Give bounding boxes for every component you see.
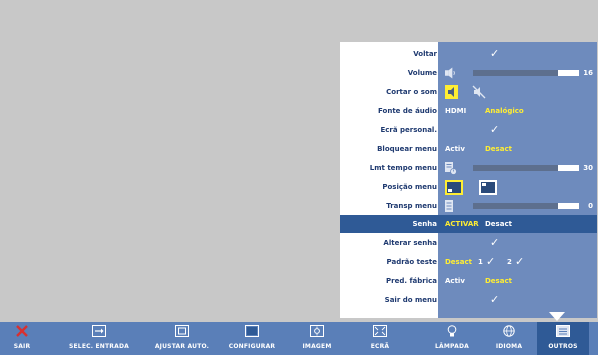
menu-row-voltar[interactable]: Voltar ✓ xyxy=(340,45,597,63)
menu-row-label: Voltar xyxy=(413,50,437,58)
menu-row-label: Volume xyxy=(407,69,437,77)
menu-row-label: Senha xyxy=(412,220,437,228)
tab-idioma[interactable]: IDIOMA xyxy=(488,322,530,355)
menu-row-menu-lock[interactable]: Bloquear menu Activ Desact xyxy=(340,140,597,158)
option-activ[interactable]: Activ xyxy=(445,140,465,158)
volume-slider[interactable] xyxy=(473,70,579,76)
tab-ecra[interactable]: ECRÃ xyxy=(360,322,400,355)
volume-value: 16 xyxy=(583,69,593,77)
tab-label: OUTROS xyxy=(548,343,578,350)
menu-row-mute[interactable]: Cortar o som xyxy=(340,83,597,101)
selected-tab-pointer-icon xyxy=(549,312,565,321)
check-icon: ✓ xyxy=(490,47,500,60)
menu-timeout-value: 30 xyxy=(583,164,593,172)
menu-row-label: Alterar senha xyxy=(383,239,437,247)
option-activar[interactable]: ACTIVAR xyxy=(445,215,479,233)
check-icon: ✓ xyxy=(515,255,525,268)
tab-label: LÂMPADA xyxy=(435,343,469,350)
menu-row-label: Sair do menu xyxy=(384,296,437,304)
others-icon xyxy=(556,325,570,337)
image-icon xyxy=(310,325,324,337)
option-desact[interactable]: Desact xyxy=(485,215,512,233)
volume-slider-fill xyxy=(473,70,558,76)
tab-sair[interactable]: SAIR xyxy=(0,322,44,355)
menu-row-factory-reset[interactable]: Pred. fábrica Activ Desact xyxy=(340,272,597,290)
option-desact[interactable]: Desact xyxy=(445,253,472,271)
menu-row-label: Fonte de áudio xyxy=(378,107,437,115)
option-activ[interactable]: Activ xyxy=(445,272,465,290)
tab-label: SELEC. ENTRADA xyxy=(68,343,129,350)
tab-selec-entrada[interactable]: SELEC. ENTRADA xyxy=(62,322,136,355)
auto-adjust-icon xyxy=(175,325,189,337)
tab-label: CONFIGURAR xyxy=(228,343,276,350)
speaker-icon xyxy=(445,67,455,79)
transparency-slider-fill xyxy=(473,203,558,209)
menu-row-test-pattern[interactable]: Padrão teste Desact 1 ✓ 2 ✓ xyxy=(340,253,597,271)
tab-ajustar-auto[interactable]: AJUSTAR AUTO. xyxy=(143,322,221,355)
close-icon xyxy=(16,325,28,337)
menu-timeout-slider[interactable] xyxy=(473,165,579,171)
speaker-on-icon[interactable] xyxy=(445,85,458,99)
menu-row-label: Transp menu xyxy=(386,202,437,210)
menu-row-label: Ecrã personal. xyxy=(380,126,438,134)
tab-label: IDIOMA xyxy=(495,343,523,350)
check-icon: ✓ xyxy=(490,293,500,306)
transparency-slider[interactable] xyxy=(473,203,579,209)
menu-row-exit-menu[interactable]: Sair do menu ✓ xyxy=(340,291,597,309)
tab-label: AJUSTAR AUTO. xyxy=(154,343,210,350)
tab-outros[interactable]: OUTROS xyxy=(537,322,589,355)
speaker-mute-icon[interactable] xyxy=(472,85,486,99)
option-analogico[interactable]: Analógico xyxy=(485,102,524,120)
tab-label: SAIR xyxy=(13,343,31,350)
option-hdmi[interactable]: HDMI xyxy=(445,102,466,120)
osd-menu-panel: Voltar ✓ Volume 16 Cortar o som Fonte de xyxy=(340,42,597,318)
menu-row-volume[interactable]: Volume 16 xyxy=(340,64,597,82)
menu-row-label: Posição menu xyxy=(382,183,437,191)
menu-position-left-icon[interactable] xyxy=(445,180,463,195)
osd-tab-bar: SAIR SELEC. ENTRADA AJUSTAR AUTO. CONFIG… xyxy=(0,322,598,355)
tab-label: ECRÃ xyxy=(370,343,390,350)
menu-row-menu-position[interactable]: Posição menu xyxy=(340,178,597,196)
menu-row-label: Pred. fábrica xyxy=(386,277,437,285)
menu-position-right-icon[interactable] xyxy=(479,180,497,195)
menu-row-label: Bloquear menu xyxy=(377,145,437,153)
menu-row-label: Padrão teste xyxy=(386,258,437,266)
menu-row-password[interactable]: Senha ACTIVAR Desact xyxy=(340,215,597,233)
option-pattern-1[interactable]: 1 xyxy=(478,253,483,271)
tab-lampada[interactable]: LÂMPADA xyxy=(426,322,478,355)
menu-row-change-password[interactable]: Alterar senha ✓ xyxy=(340,234,597,252)
display-icon xyxy=(373,325,387,337)
option-desact[interactable]: Desact xyxy=(485,272,512,290)
menu-row-label: Cortar o som xyxy=(386,88,437,96)
check-icon: ✓ xyxy=(490,236,500,249)
option-pattern-2[interactable]: 2 xyxy=(507,253,512,271)
transparency-value: 0 xyxy=(588,202,593,210)
menu-timer-icon xyxy=(445,162,457,175)
menu-row-menu-transparency[interactable]: Transp menu 0 xyxy=(340,197,597,215)
menu-row-label: Lmt tempo menu xyxy=(369,164,437,172)
check-icon: ✓ xyxy=(490,123,500,136)
tab-configurar[interactable]: CONFIGURAR xyxy=(222,322,282,355)
menu-row-custom-screen[interactable]: Ecrã personal. ✓ xyxy=(340,121,597,139)
option-desact[interactable]: Desact xyxy=(485,140,512,158)
check-icon: ✓ xyxy=(486,255,496,268)
transparency-icon xyxy=(445,200,453,212)
menu-timeout-slider-fill xyxy=(473,165,558,171)
configure-icon xyxy=(245,325,259,337)
menu-row-menu-timeout[interactable]: Lmt tempo menu 30 xyxy=(340,159,597,177)
lamp-icon xyxy=(447,325,457,337)
tab-imagem[interactable]: IMAGEM xyxy=(294,322,340,355)
menu-row-audio-source[interactable]: Fonte de áudio HDMI Analógico xyxy=(340,102,597,120)
input-icon xyxy=(92,325,106,337)
tab-label: IMAGEM xyxy=(302,343,332,350)
language-icon xyxy=(503,325,515,337)
